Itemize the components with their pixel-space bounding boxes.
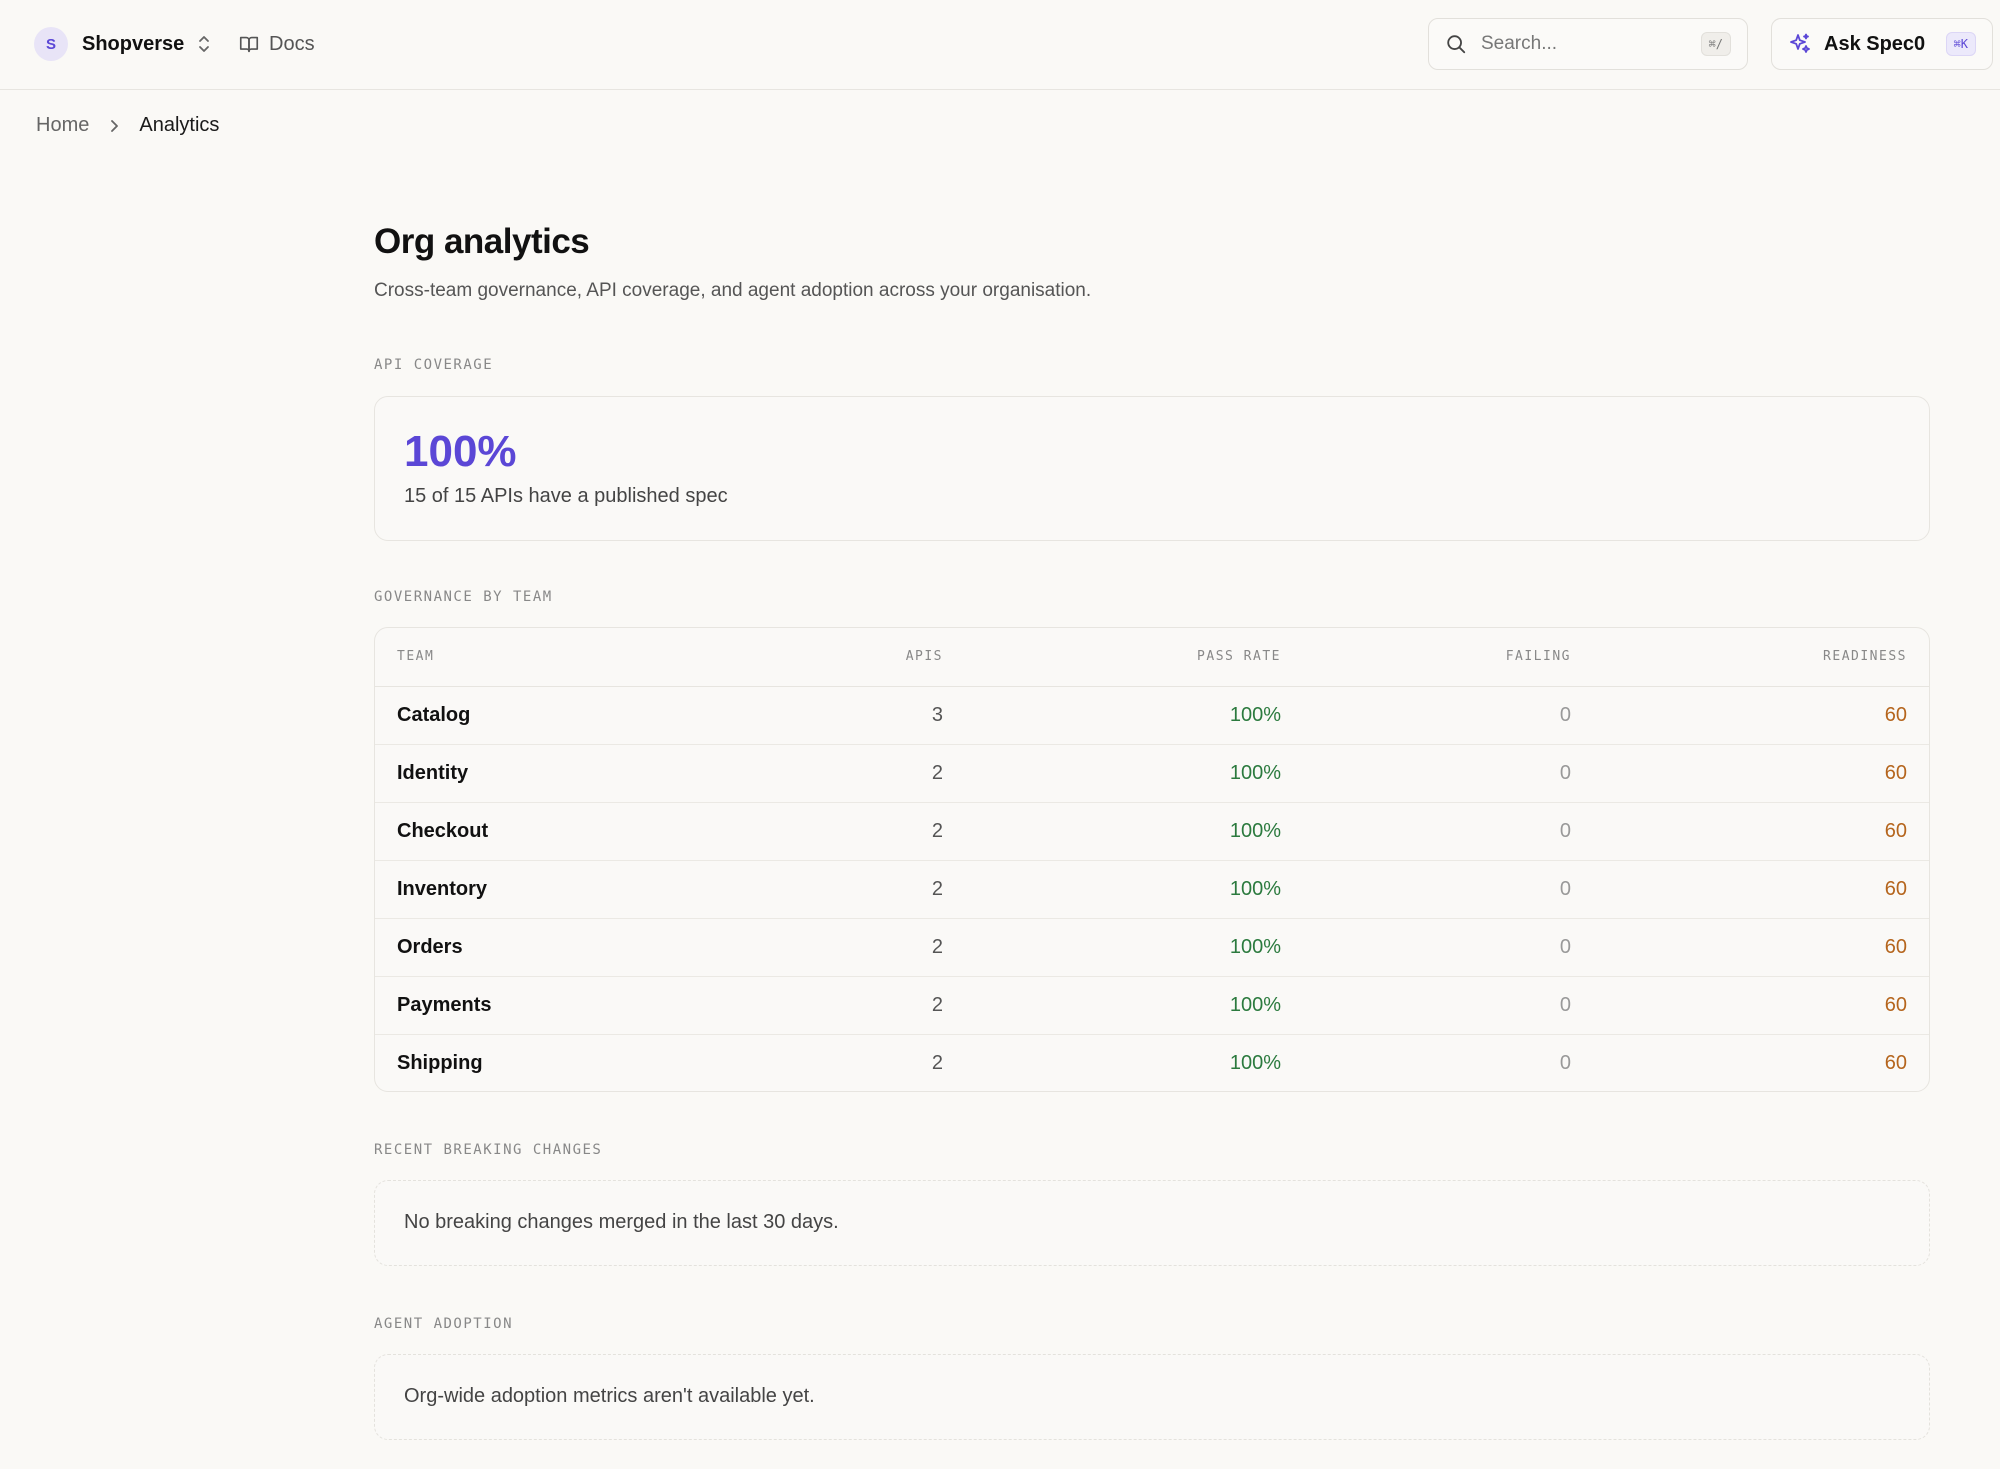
breadcrumb-current: Analytics [139,114,220,136]
column-header-readiness: READINESS [1593,628,1929,687]
column-header-apis: APIS [795,628,965,687]
api-count: 2 [795,802,965,861]
pass-rate: 100% [965,802,1303,861]
team-name: Orders [375,918,795,977]
docs-label: Docs [269,32,315,55]
agent-adoption-card: Org-wide adoption metrics aren't availab… [374,1354,1930,1440]
ask-shortcut-badge: ⌘K [1945,32,1976,56]
org-name: Shopverse [82,32,185,55]
pass-rate: 100% [1229,1051,1281,1074]
coverage-percentage: 100% [404,427,517,476]
failing-count: 0 [1303,860,1593,919]
breadcrumb: Home Analytics [36,114,219,137]
breaking-changes-empty-state: No breaking changes merged in the last 3… [404,1211,839,1233]
page-subtitle: Cross-team governance, API coverage, and… [374,280,1092,301]
column-header-failing: FAILING [1303,628,1593,687]
top-bar: S Shopverse Docs ⌘/ [0,0,2000,90]
ask-spec0-button[interactable]: Ask Spec0 ⌘K [1771,18,1993,70]
book-open-icon [238,33,260,55]
sparkle-icon [1788,32,1812,56]
team-name: Identity [375,744,795,803]
column-header-team: TEAM [375,628,795,687]
coverage-description: 15 of 15 APIs have a published spec [404,485,728,507]
org-switcher[interactable]: S Shopverse [34,26,212,62]
table-row[interactable]: Catalog 3 100% 0 60 [375,686,1929,745]
api-count: 2 [795,860,965,919]
search-icon [1445,33,1467,55]
failing-count: 0 [1559,1051,1571,1074]
column-header-pass-rate: PASS RATE [965,628,1303,687]
team-name: Inventory [375,860,795,919]
table-row[interactable]: Orders 2 100% 0 60 [375,918,1929,977]
failing-count: 0 [1303,744,1593,803]
readiness-score: 60 [1884,1051,1907,1074]
ask-spec0-label: Ask Spec0 [1824,32,1926,55]
readiness-score: 60 [1593,744,1929,803]
team-name: Payments [375,976,795,1035]
org-avatar: S [34,27,68,61]
readiness-score: 60 [1593,976,1929,1035]
pass-rate: 100% [965,686,1303,745]
readiness-score: 60 [1593,802,1929,861]
api-count: 3 [795,686,965,745]
pass-rate: 100% [965,918,1303,977]
breaking-changes-card: No breaking changes merged in the last 3… [374,1180,1930,1266]
team-name: Shipping [397,1051,483,1074]
agent-adoption-empty-state: Org-wide adoption metrics aren't availab… [404,1385,815,1407]
table-row[interactable]: Payments 2 100% 0 60 [375,976,1929,1035]
chevron-up-down-icon [196,33,212,55]
team-name: Catalog [375,686,795,745]
failing-count: 0 [1303,976,1593,1035]
readiness-score: 60 [1593,918,1929,977]
api-coverage-section-label: API COVERAGE [374,357,494,373]
pass-rate: 100% [965,744,1303,803]
search-input[interactable] [1479,32,1679,56]
failing-count: 0 [1303,918,1593,977]
docs-link[interactable]: Docs [238,26,315,62]
readiness-score: 60 [1593,860,1929,919]
api-count: 2 [795,976,965,1035]
search-box[interactable]: ⌘/ [1428,18,1748,70]
agent-adoption-section-label: AGENT ADOPTION [374,1316,514,1332]
failing-count: 0 [1303,802,1593,861]
table-row[interactable]: Shipping 2 100% 0 60 [375,1034,1929,1091]
search-shortcut-badge: ⌘/ [1700,32,1731,56]
pass-rate: 100% [965,976,1303,1035]
api-coverage-card: 100% 15 of 15 APIs have a published spec [374,396,1930,541]
breaking-changes-section-label: RECENT BREAKING CHANGES [374,1142,603,1158]
team-name: Checkout [375,802,795,861]
table-row[interactable]: Identity 2 100% 0 60 [375,744,1929,803]
api-count: 2 [931,1051,943,1074]
page-title: Org analytics [374,222,590,261]
governance-table: TEAM APIS PASS RATE FAILING READINESS Ca… [375,628,1929,1091]
chevron-right-icon [107,119,121,133]
governance-section-label: GOVERNANCE BY TEAM [374,589,553,605]
governance-table-card: TEAM APIS PASS RATE FAILING READINESS Ca… [374,627,1930,1092]
table-header-row: TEAM APIS PASS RATE FAILING READINESS [375,628,1929,687]
table-row[interactable]: Inventory 2 100% 0 60 [375,860,1929,919]
breadcrumb-home-link[interactable]: Home [36,114,89,137]
api-count: 2 [795,918,965,977]
table-row[interactable]: Checkout 2 100% 0 60 [375,802,1929,861]
api-count: 2 [795,744,965,803]
readiness-score: 60 [1593,686,1929,745]
pass-rate: 100% [965,860,1303,919]
failing-count: 0 [1303,686,1593,745]
